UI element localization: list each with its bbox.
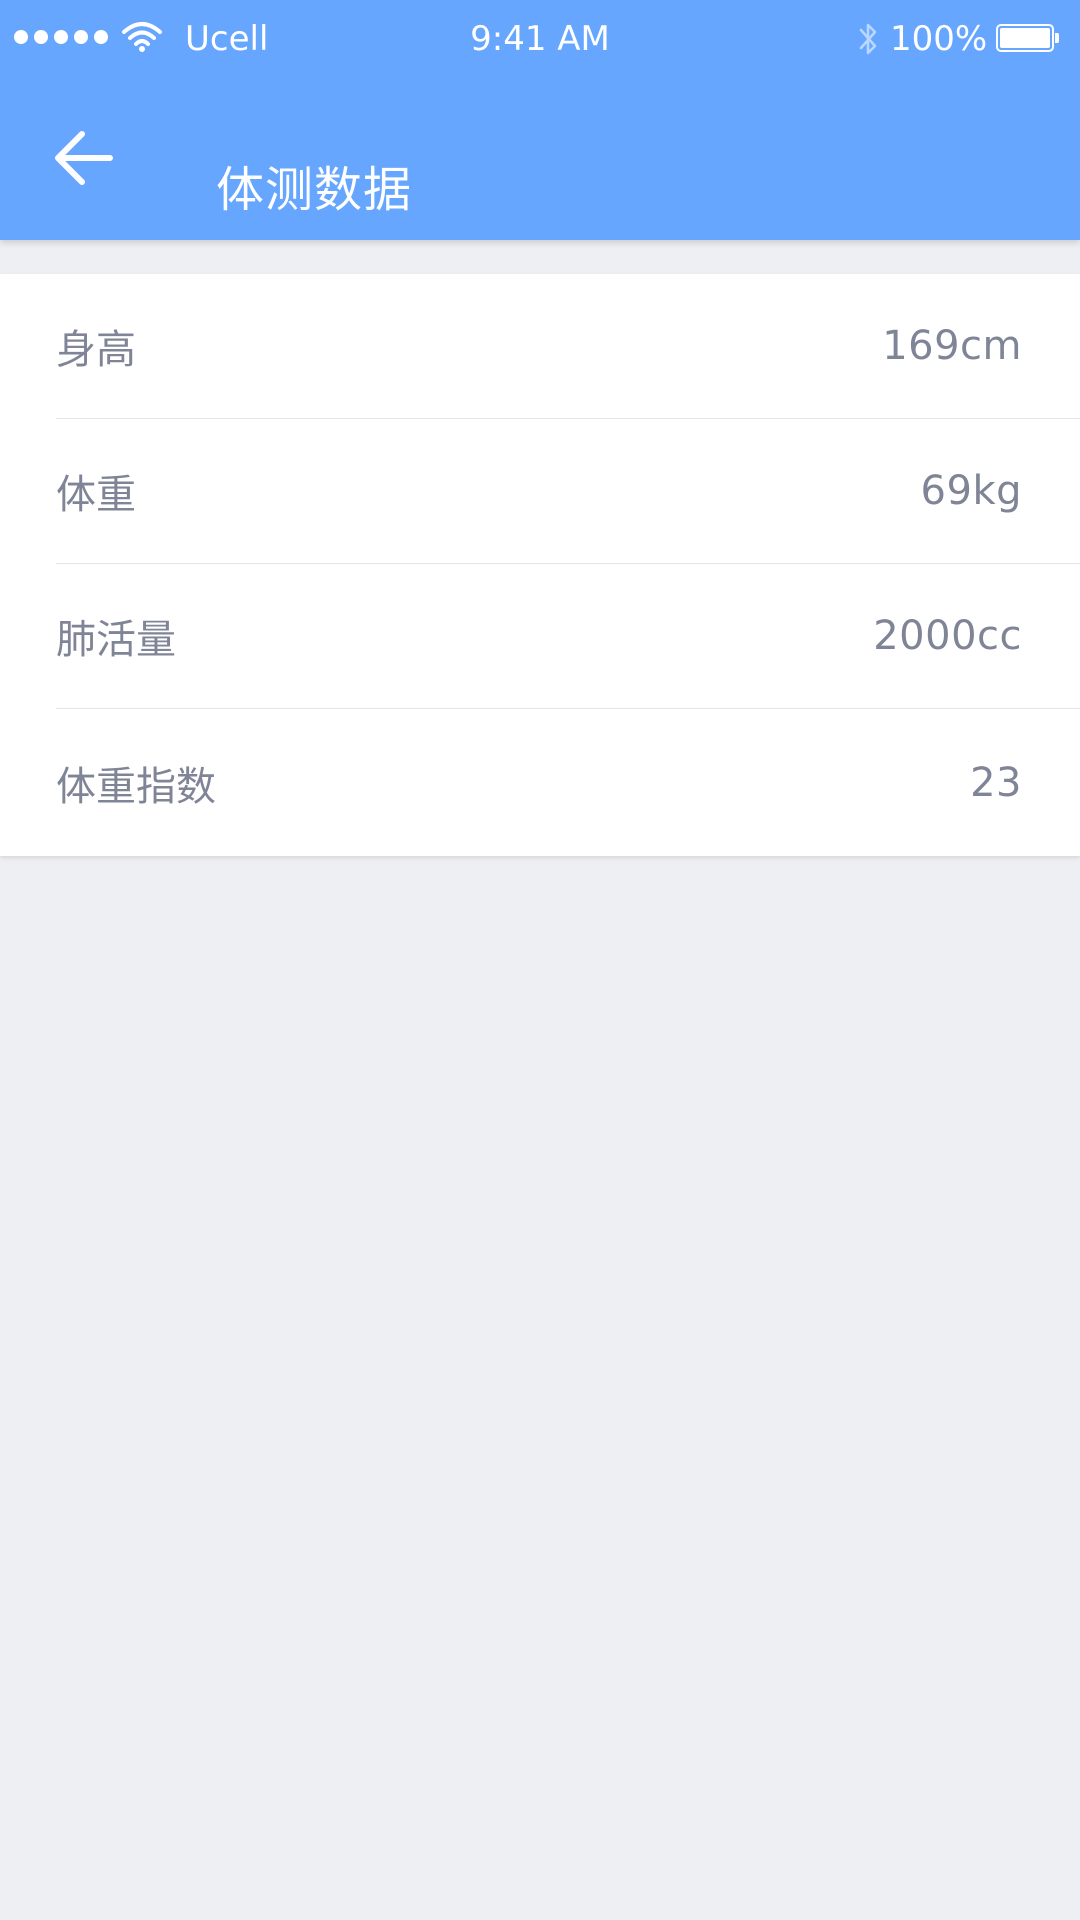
body-metrics-list: 身高 169cm 体重 69kg 肺活量 2000cc 体重指数 23: [0, 274, 1080, 856]
metric-label: 肺活量: [56, 617, 176, 663]
back-button[interactable]: [40, 120, 128, 196]
battery-icon: [996, 24, 1059, 52]
metric-label: 体重指数: [56, 763, 216, 810]
metric-label: 体重: [56, 472, 136, 518]
metric-row-height: 身高 169cm: [56, 274, 1080, 419]
metric-value: 69kg: [920, 468, 1022, 514]
metric-label: 身高: [56, 327, 136, 373]
metric-row-bmi: 体重指数 23: [56, 709, 1080, 856]
app-bar: 体测数据: [0, 78, 1080, 240]
metric-row-lung-capacity: 肺活量 2000cc: [56, 564, 1080, 709]
metric-value: 169cm: [882, 323, 1022, 369]
metric-value: 23: [970, 759, 1022, 806]
status-bar: Ucell 9:41 AM 100%: [0, 0, 1080, 78]
bluetooth-icon: [859, 23, 877, 55]
arrow-left-icon: [55, 131, 113, 185]
header: Ucell 9:41 AM 100% 体测数据: [0, 0, 1080, 240]
metric-row-weight: 体重 69kg: [56, 419, 1080, 564]
page-title: 体测数据: [216, 162, 413, 219]
battery-percent: 100%: [890, 19, 988, 59]
metric-value: 2000cc: [873, 613, 1022, 659]
app-screen: Ucell 9:41 AM 100% 体测数据 身高 169cm 体重 69kg…: [0, 0, 1080, 1920]
